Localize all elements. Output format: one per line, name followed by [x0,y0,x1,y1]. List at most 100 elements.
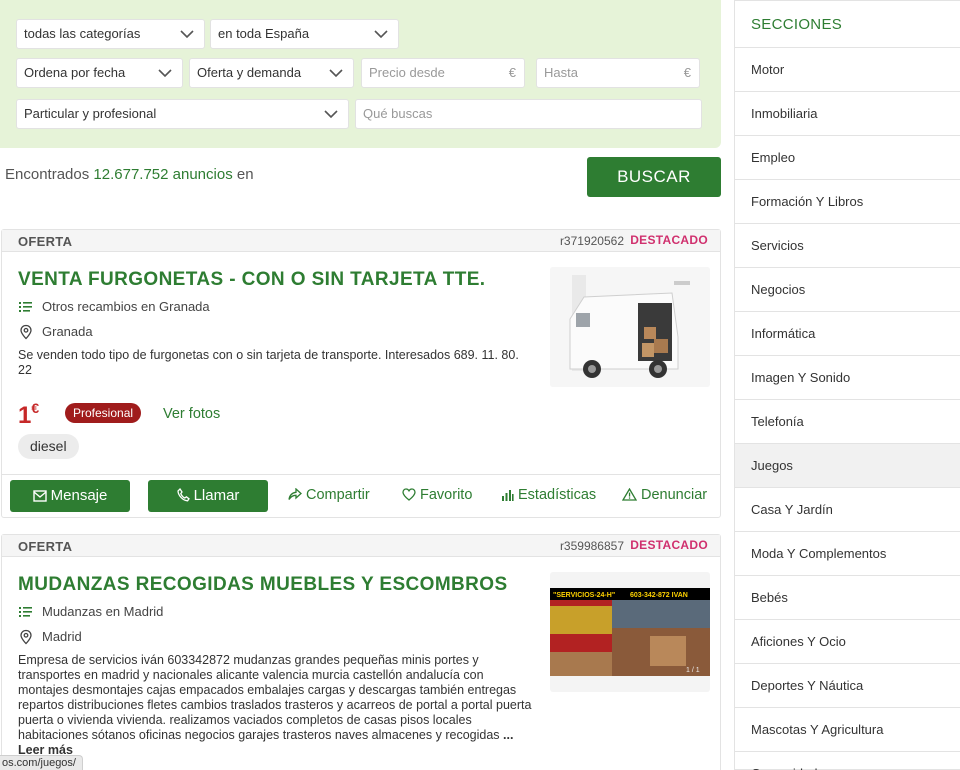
price-to-input[interactable]: Hasta € [536,58,700,88]
favorite-link[interactable]: Favorito [402,486,472,503]
report-link[interactable]: Denunciar [621,486,708,503]
price-to-placeholder: Hasta [544,65,578,80]
warning-icon [621,487,638,501]
favorite-label: Favorito [420,487,473,503]
chevron-down-icon [180,30,194,39]
results-prefix: Encontrados [5,166,90,183]
sidebar-item-deportes-nautica[interactable]: Deportes Y Náutica [735,664,960,708]
listing-category: Mudanzas en Madrid [18,604,163,619]
call-button[interactable]: Llamar [148,480,268,512]
sidebar-item-servicios[interactable]: Servicios [735,224,960,268]
sidebar-item-casa-jardin[interactable]: Casa Y Jardín [735,488,960,532]
sidebar-item-aficiones-ocio[interactable]: Aficiones Y Ocio [735,620,960,664]
sidebar-item-empleo[interactable]: Empleo [735,136,960,180]
listing-header: OFERTA r371920562 DESTACADO [2,230,720,252]
list-icon [19,607,32,617]
phone-icon [176,487,190,502]
listing-type: OFERTA [18,234,73,249]
seller-select-value: Particular y profesional [24,106,157,121]
listing-description: Empresa de servicios iván 603342872 muda… [18,653,532,758]
sidebar-item-juegos[interactable]: Juegos [735,444,960,488]
sidebar-item-inmobiliaria[interactable]: Inmobiliaria [735,92,960,136]
sidebar-item-mascotas-agricultura[interactable]: Mascotas Y Agricultura [735,708,960,752]
price-value: 1 [18,402,32,429]
order-select[interactable]: Ordena por fecha [16,58,183,88]
category-select-value: todas las categorías [24,26,141,41]
query-placeholder: Qué buscas [363,106,433,121]
euro-icon: € [683,65,691,80]
sidebar-title: SECCIONES [735,1,960,48]
listing-location: Granada [18,324,93,340]
order-select-value: Ordena por fecha [24,65,126,80]
listing-ref: r359986857 [559,539,624,553]
listing-category-text: Mudanzas en Madrid [42,604,164,619]
sidebar-item-telefonia[interactable]: Telefonía [735,400,960,444]
price-from-input[interactable]: Precio desde € [361,58,525,88]
bar-chart-icon [502,490,514,501]
call-label: Llamar [193,487,240,504]
listing-header: OFERTA r359986857 DESTACADO [2,535,720,557]
listing-category: Otros recambios en Granada [18,299,210,314]
query-input[interactable]: Qué buscas [355,99,702,129]
location-select[interactable]: en toda España [210,19,399,49]
envelope-icon [32,490,47,502]
sidebar-item-formacion-libros[interactable]: Formación Y Libros [735,180,960,224]
listing-location-text: Madrid [42,629,82,644]
moving-services-photo-icon: "SERVICIOS-24-H" 603-342-872 IVAN 1 / 1 [550,588,710,676]
listing-ref: r371920562 [559,234,624,248]
stats-label: Estadísticas [518,487,597,503]
location-pin-icon [20,629,32,645]
chevron-down-icon [329,69,343,78]
share-label: Compartir [306,487,370,503]
sidebar-item-motor[interactable]: Motor [735,48,960,92]
listing-description-text: Empresa de servicios iván 603342872 muda… [18,653,532,742]
sidebar-item-bebes[interactable]: Bebés [735,576,960,620]
chevron-down-icon [324,110,338,119]
share-link[interactable]: Compartir [288,486,370,503]
search-button[interactable]: BUSCAR [587,157,721,197]
message-button[interactable]: Mensaje [10,480,130,512]
chevron-down-icon [158,69,172,78]
listing-actions: Mensaje Llamar Compartir Favorito Estadí… [2,474,720,518]
sections-sidebar: SECCIONES Motor Inmobiliaria Empleo Form… [734,0,960,770]
image-text-1: "SERVICIOS-24-H" [553,592,615,599]
share-icon [288,487,302,500]
chevron-down-icon [374,30,388,39]
offer-select[interactable]: Oferta y demanda [189,58,354,88]
results-count-text: Encontrados 12.677.752 anuncios en [5,166,254,183]
list-icon [19,302,32,312]
listing-tag[interactable]: diesel [18,434,79,459]
listing-card: OFERTA r371920562 DESTACADO VENTA FURGON… [1,229,721,518]
report-label: Denunciar [641,487,708,503]
search-panel: todas las categorías en toda España Orde… [0,0,721,148]
listing-title[interactable]: VENTA FURGONETAS - CON O SIN TARJETA TTE… [18,269,485,291]
van-photo-icon [550,267,710,387]
featured-badge: DESTACADO [630,538,708,552]
sidebar-item-comunidad[interactable]: Comunidad [735,752,960,770]
view-photos-link[interactable]: Ver fotos [163,406,220,422]
listing-price: 1€ [18,400,40,430]
listing-image[interactable] [550,267,710,387]
seller-select[interactable]: Particular y profesional [16,99,349,129]
listing-type: OFERTA [18,539,73,554]
price-currency: € [31,400,40,416]
price-from-placeholder: Precio desde [369,65,445,80]
sidebar-item-informatica[interactable]: Informática [735,312,960,356]
category-select[interactable]: todas las categorías [16,19,205,49]
message-label: Mensaje [50,487,108,504]
euro-icon: € [508,65,516,80]
image-text-2: 603-342-872 IVAN [630,592,688,599]
listing-card: OFERTA r359986857 DESTACADO MUDANZAS REC… [1,534,721,770]
heart-icon [402,488,416,501]
results-suffix: en [236,166,254,183]
location-select-value: en toda España [218,26,310,41]
featured-badge: DESTACADO [630,233,708,247]
listing-title[interactable]: MUDANZAS RECOGIDAS MUEBLES Y ESCOMBROS [18,574,508,596]
listing-image[interactable]: "SERVICIOS-24-H" 603-342-872 IVAN 1 / 1 [550,572,710,692]
listing-location-text: Granada [42,324,93,339]
listing-description: Se venden todo tipo de furgonetas con o … [18,348,519,377]
sidebar-item-imagen-sonido[interactable]: Imagen Y Sonido [735,356,960,400]
sidebar-item-negocios[interactable]: Negocios [735,268,960,312]
sidebar-item-moda-complementos[interactable]: Moda Y Complementos [735,532,960,576]
stats-link[interactable]: Estadísticas [501,486,596,503]
